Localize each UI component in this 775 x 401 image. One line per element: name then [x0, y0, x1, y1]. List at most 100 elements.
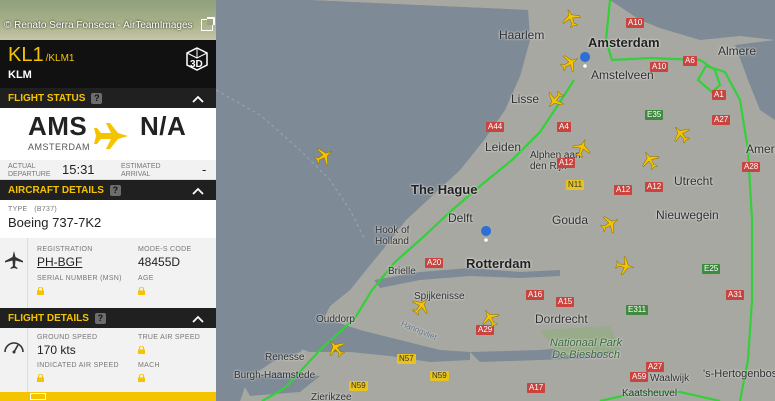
city-gouda: Gouda	[552, 213, 589, 227]
times-row: ACTUAL DEPARTURE 15:31 ESTIMATED ARRIVAL -	[0, 160, 216, 180]
lock-icon[interactable]	[138, 346, 145, 354]
aircraft-details-header[interactable]: AIRCRAFT DETAILS ?	[0, 180, 216, 200]
destination-code: N/A	[140, 111, 187, 141]
city-hertogenbosch: 's-Hertogenbos	[703, 368, 775, 380]
speedometer-icon	[4, 342, 24, 354]
road-a28: A28	[742, 162, 761, 172]
chevron-up-icon[interactable]	[192, 185, 204, 197]
actual-departure-label: ACTUAL DEPARTURE	[8, 163, 51, 178]
origin-code[interactable]: AMS	[28, 111, 87, 142]
lock-icon[interactable]	[37, 374, 44, 382]
help-icon[interactable]: ?	[109, 184, 121, 196]
road-a27: A27	[712, 115, 731, 125]
aircraft-model: Boeing 737-7K2	[8, 215, 102, 230]
road-a4: A4	[557, 122, 571, 132]
flight-status-header[interactable]: FLIGHT STATUS ?	[0, 88, 216, 108]
registration-link[interactable]: PH-BGF	[37, 255, 93, 269]
city-nieuwegein: Nieuwegein	[656, 208, 719, 222]
road-a1: A1	[712, 90, 726, 100]
road-a15: A15	[556, 297, 575, 307]
road-a27: A27	[646, 362, 665, 372]
city-renesse: Renesse	[265, 352, 305, 363]
lock-icon[interactable]	[138, 287, 145, 295]
road-n11: N11	[566, 180, 585, 190]
road-n57: N57	[397, 354, 416, 364]
road-a59: A59	[630, 372, 649, 382]
flight-details-block: GROUND SPEED 170 kts TRUE AIR SPEED INDI…	[0, 328, 216, 395]
section-title: FLIGHT STATUS	[8, 92, 86, 104]
city-haarlem: Haarlem	[499, 28, 545, 42]
road-a17: A17	[527, 383, 546, 393]
road-a12: A12	[645, 182, 664, 192]
road-a16: A16	[526, 290, 545, 300]
road-a12: A12	[614, 185, 633, 195]
chevron-up-icon[interactable]	[192, 93, 204, 105]
city-lisse: Lisse	[511, 92, 540, 106]
road-a6: A6	[683, 56, 697, 66]
aircraft-marker[interactable]	[613, 254, 636, 277]
mach-label: MACH	[138, 362, 160, 369]
airplane-icon	[94, 123, 128, 149]
modes-label: MODE-S CODE	[138, 246, 192, 253]
airplane-icon	[5, 251, 23, 269]
lock-icon[interactable]	[138, 374, 145, 382]
type-code: (B737)	[34, 206, 58, 213]
city-hook-of-holland: Hook of Holland	[375, 225, 410, 247]
city-zierikzee: Zierikzee	[311, 392, 352, 401]
city-delft: Delft	[448, 211, 473, 225]
city-biesbosch: Nationaal Park De Biesbosch	[549, 337, 623, 361]
aircraft-type: TYPE (B737) Boeing 737-7K2	[0, 200, 216, 238]
city-almere: Almere	[718, 44, 757, 58]
aircraft-photo[interactable]: © Renato Serra Fonseca - AirTeamImages	[0, 0, 216, 40]
help-icon[interactable]: ?	[91, 92, 103, 104]
city-rotterdam: Rotterdam	[466, 256, 532, 271]
section-title: FLIGHT DETAILS	[8, 312, 89, 324]
road-e25: E25	[702, 264, 721, 274]
road-a10: A10	[626, 18, 645, 28]
photo-credit[interactable]: © Renato Serra Fonseca - AirTeamImages	[4, 20, 193, 31]
city-utrecht: Utrecht	[674, 174, 713, 188]
road-a10: A10	[650, 62, 669, 72]
city-the-hague: The Hague	[411, 182, 478, 197]
road-a44: A44	[486, 122, 505, 132]
city-dordrecht: Dordrecht	[535, 312, 588, 326]
grid-icon[interactable]	[30, 393, 46, 400]
view-3d-button[interactable]: 3D	[184, 46, 208, 71]
indicated-air-speed-label: INDICATED AIR SPEED	[37, 362, 119, 369]
road-n59: N59	[349, 381, 368, 391]
view-3d-label: 3D	[190, 59, 203, 70]
flight-header: KL1/KLM1 KLM 3D	[0, 40, 216, 88]
flight-info-panel: © Renato Serra Fonseca - AirTeamImages K…	[0, 0, 216, 401]
modes-code: 48455D	[138, 255, 181, 269]
road-a31: A31	[726, 290, 745, 300]
flight-number: KL1	[8, 44, 44, 66]
chevron-up-icon[interactable]	[192, 313, 204, 325]
actual-departure-time: 15:31	[62, 162, 95, 177]
road-a12: A12	[557, 158, 576, 168]
origin-city: AMSTERDAM	[28, 142, 91, 152]
estimated-arrival-label: ESTIMATED ARRIVAL	[121, 163, 161, 178]
help-icon[interactable]: ?	[94, 312, 106, 324]
road-e311: E311	[626, 305, 649, 315]
estimated-arrival-time: -	[202, 162, 207, 177]
road-a20: A20	[425, 258, 444, 268]
external-link-icon[interactable]	[201, 17, 215, 31]
road-n59: N59	[430, 371, 449, 381]
ground-speed-label: GROUND SPEED	[37, 334, 98, 341]
lock-icon[interactable]	[37, 287, 44, 295]
route-summary: AMS AMSTERDAM N/A	[0, 108, 216, 160]
aircraft-registration-block: REGISTRATION PH-BGF MODE-S CODE 48455D S…	[0, 238, 216, 308]
type-label: TYPE	[8, 206, 28, 213]
age-label: AGE	[138, 275, 154, 282]
city-amers: Amers	[746, 142, 775, 156]
city-leiden: Leiden	[485, 140, 522, 154]
city-ouddorp: Ouddorp	[316, 314, 355, 325]
flight-callsign: /KLM1	[45, 53, 75, 64]
section-title: AIRCRAFT DETAILS	[8, 184, 104, 196]
bottom-toolbar[interactable]	[0, 392, 216, 401]
flight-details-header[interactable]: FLIGHT DETAILS ?	[0, 308, 216, 328]
city-amsterdam: Amsterdam	[588, 35, 660, 50]
city-waalwijk: Waalwijk	[650, 373, 690, 384]
city-brielle: Brielle	[388, 266, 416, 277]
airline-name: KLM	[8, 69, 32, 81]
